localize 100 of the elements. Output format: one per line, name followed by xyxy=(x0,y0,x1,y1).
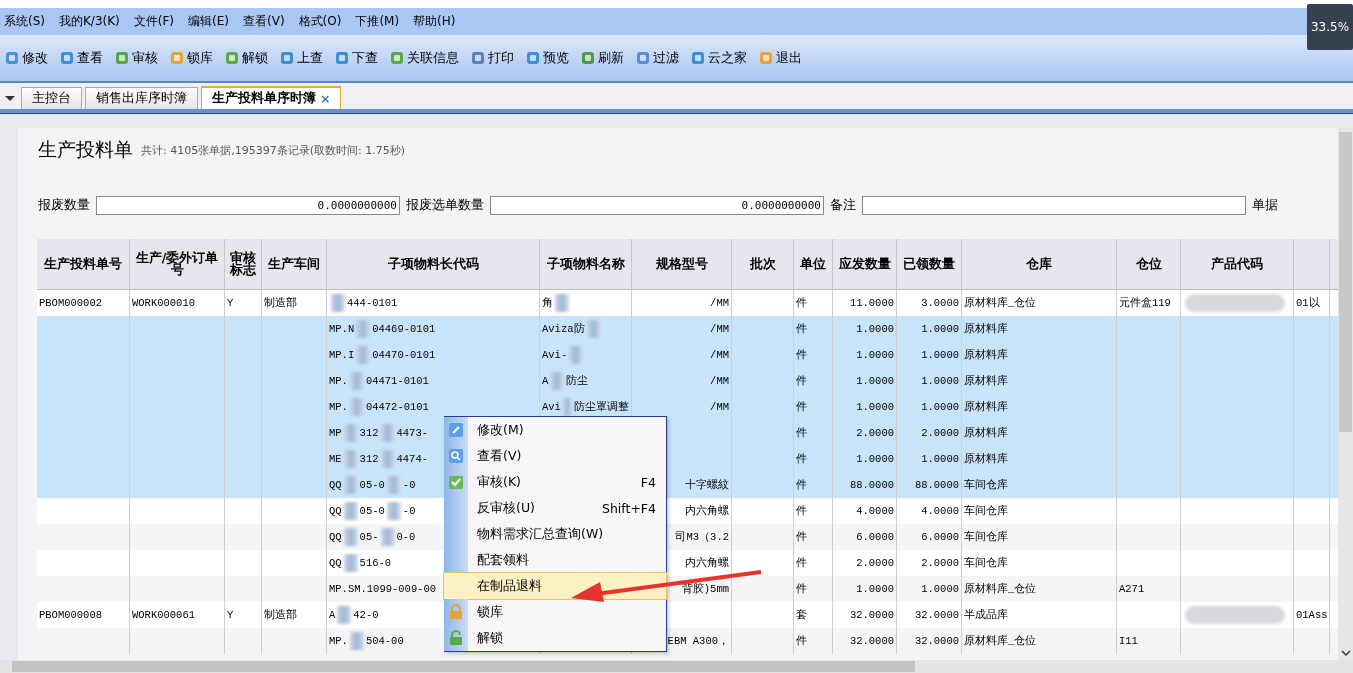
table-cell: 原材料库_仓位 xyxy=(964,634,1037,648)
table-cell: 1.0000 xyxy=(856,323,894,335)
page-title: 生产投料单 xyxy=(38,137,133,162)
table-cell: Y xyxy=(227,297,234,309)
shortcut-label: F4 xyxy=(640,474,657,490)
table-cell: MP. xyxy=(329,375,348,387)
table-cell: WORK000061 xyxy=(132,609,195,621)
table-cell: 制造部 xyxy=(264,608,297,622)
table-cell: 4473- xyxy=(396,427,429,439)
table-cell: 件 xyxy=(796,634,807,648)
table-cell: MP xyxy=(329,427,342,439)
table-cell: 3.0000 xyxy=(921,297,959,309)
table-cell: PBOM000002 xyxy=(39,297,102,309)
table-cell: 04471-0101 xyxy=(365,375,429,387)
table-cell: 01以 xyxy=(1296,296,1320,310)
table-cell: 4.0000 xyxy=(856,505,894,517)
table-cell: 1.0000 xyxy=(856,401,894,413)
table-cell: WORK000010 xyxy=(132,297,195,309)
table-cell: 01Ass xyxy=(1296,609,1328,621)
record-summary: 共计: 4105张单据,195397条记录(取数时间: 1.75秒) xyxy=(141,142,405,158)
table-cell: Avi- xyxy=(542,349,568,361)
table-cell: 0-0 xyxy=(396,531,416,543)
field-label: 备注 xyxy=(830,197,856,214)
table-cell: 04470-0101 xyxy=(372,349,436,361)
table-cell: 司M3（3.2 xyxy=(675,530,729,544)
table-cell: 1.0000 xyxy=(921,453,959,465)
table-cell: 1.0000 xyxy=(856,583,894,595)
table-cell: 原材料库 xyxy=(964,400,1008,414)
table-cell: 312 xyxy=(359,453,379,465)
table-cell: 04469-0101 xyxy=(372,323,436,335)
table-cell: 防尘 xyxy=(566,374,589,388)
table-cell: 2.0000 xyxy=(921,557,959,569)
table-cell: -0 xyxy=(402,479,416,491)
table-cell: Avi xyxy=(542,401,561,413)
table-cell: 2.0000 xyxy=(856,557,894,569)
table-cell: 88.0000 xyxy=(849,479,894,491)
table-cell: 05-0 xyxy=(359,505,385,517)
table-cell: I11 xyxy=(1119,635,1138,647)
table-cell: /MM xyxy=(710,323,729,335)
table-cell: 原材料库_仓位 xyxy=(964,582,1037,596)
table-cell: 件 xyxy=(796,348,807,362)
table-cell: 半成品库 xyxy=(964,608,1008,622)
table-cell: 05-0 xyxy=(359,479,385,491)
table-cell: A271 xyxy=(1119,583,1145,595)
table-cell: 件 xyxy=(796,530,807,544)
table-cell: 4474- xyxy=(396,453,429,465)
table-cell: 1.0000 xyxy=(921,349,959,361)
table-cell: 件 xyxy=(796,556,807,570)
table-cell: MP. xyxy=(329,401,348,413)
table-cell: 车间仓库 xyxy=(964,478,1008,492)
table-cell: 4.0000 xyxy=(921,505,959,517)
table-cell: 件 xyxy=(796,400,807,414)
table-cell: 2.0000 xyxy=(921,427,959,439)
table-cell: 6.0000 xyxy=(856,531,894,543)
table-cell: 原材料库 xyxy=(964,348,1008,362)
table-cell: 防尘罩调整 xyxy=(574,400,629,414)
table-cell: 原材料库 xyxy=(964,426,1008,440)
table-cell: 32.0000 xyxy=(849,609,894,621)
table-cell: 角 xyxy=(542,296,553,310)
table-cell: PBOM000008 xyxy=(39,609,102,621)
table-cell: 车间仓库 xyxy=(964,556,1008,570)
table-cell: 32.0000 xyxy=(914,635,959,647)
table-cell: 32.0000 xyxy=(914,609,959,621)
table-cell: A xyxy=(542,375,549,387)
table-cell: 516-0 xyxy=(359,557,392,569)
table-cell: /MM xyxy=(710,349,729,361)
table-cell: 件 xyxy=(796,296,807,310)
table-cell: 元件盒119 xyxy=(1119,296,1171,310)
table-cell: /MM xyxy=(710,401,729,413)
zoom-badge: 33.5% xyxy=(1307,4,1353,50)
table-cell: 05- xyxy=(359,531,379,543)
table-cell: 444-0101 xyxy=(347,297,398,309)
table-cell: 制造部 xyxy=(264,296,297,310)
table-cell: 1.0000 xyxy=(856,349,894,361)
table-cell: MP.I xyxy=(329,349,355,361)
table-cell: 04472-0101 xyxy=(365,401,429,413)
table-cell: 1.0000 xyxy=(856,375,894,387)
table-cell: 件 xyxy=(796,452,807,466)
table-cell: 内六角螺 xyxy=(685,556,729,570)
shortcut-label: Shift+F4 xyxy=(601,500,657,516)
field-label: 报废数量 xyxy=(38,197,90,214)
table-cell: Y xyxy=(227,609,234,621)
table-cell: QQ xyxy=(329,479,342,491)
table-cell: QQ xyxy=(329,557,342,569)
table-cell: 套 xyxy=(796,608,807,622)
table-cell: 件 xyxy=(796,582,807,596)
table-cell: 1.0000 xyxy=(921,401,959,413)
table-cell: 原材料库 xyxy=(964,452,1008,466)
table-cell: -0 xyxy=(402,505,416,517)
table-cell: 312 xyxy=(359,427,379,439)
table-cell: EBM A300， xyxy=(667,634,729,648)
table-cell: QQ xyxy=(329,505,342,517)
table-cell: MP.N xyxy=(329,323,355,335)
table-cell: 车间仓库 xyxy=(964,504,1008,518)
table-cell: 1.0000 xyxy=(921,375,959,387)
table-cell: MP.SM.1099-009-00 xyxy=(329,583,437,595)
table-cell: MP. xyxy=(329,635,348,647)
table-cell: 88.0000 xyxy=(914,479,959,491)
table-cell: 42-0 xyxy=(353,609,379,621)
table-cell: 32.0000 xyxy=(849,635,894,647)
